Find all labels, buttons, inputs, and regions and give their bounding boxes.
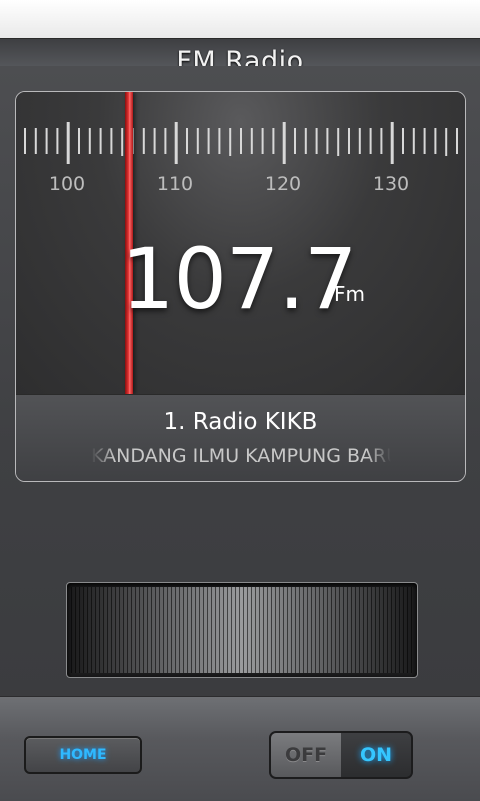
scale-ticks [24, 122, 458, 164]
power-on-option[interactable]: ON [341, 733, 411, 777]
scale-label-100: 100 [49, 173, 85, 195]
frequency-unit: Fm [334, 282, 365, 306]
home-button[interactable]: HOME [24, 736, 142, 774]
dial-panel: 100 110 120 130 107.7 Fm 1. Radio KIKB K… [15, 91, 466, 482]
tuning-wheel[interactable] [71, 587, 413, 673]
frequency-readout: 107.7 [121, 230, 357, 328]
station-name: 1. Radio KIKB [163, 409, 318, 435]
power-toggle[interactable]: OFF ON [269, 731, 413, 779]
tuning-wheel-frame [66, 582, 418, 678]
frequency-dial[interactable]: 100 110 120 130 107.7 Fm [16, 92, 465, 394]
frequency-scale: 100 110 120 130 [24, 122, 458, 195]
status-bar [0, 0, 480, 38]
scale-label-110: 110 [157, 173, 193, 195]
station-rds-text: KANDANG ILMU KAMPUNG BARU [91, 445, 391, 467]
scale-label-120: 120 [265, 173, 301, 195]
power-off-option[interactable]: OFF [271, 733, 341, 777]
station-info: 1. Radio KIKB KANDANG ILMU KAMPUNG BARU [16, 394, 465, 481]
scale-label-130: 130 [373, 173, 409, 195]
